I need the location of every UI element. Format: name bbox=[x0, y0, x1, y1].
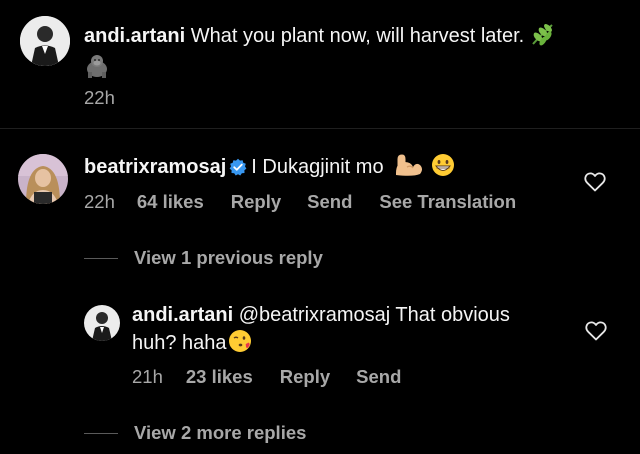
caption-text: andi.artani What you plant now, will har… bbox=[84, 22, 624, 86]
thread-line bbox=[84, 257, 118, 259]
comment-like-heart-icon[interactable] bbox=[584, 172, 606, 197]
reply-username[interactable]: andi.artani bbox=[132, 304, 233, 326]
grinning-face-emoji-icon bbox=[431, 153, 455, 185]
caption-avatar[interactable] bbox=[20, 16, 70, 66]
reply-avatar[interactable] bbox=[84, 305, 120, 341]
view-more-replies-label: View 2 more replies bbox=[134, 422, 307, 443]
comment-meta: 22h 64 likes Reply Send See Translation bbox=[84, 191, 516, 213]
caption-meta: 22h bbox=[84, 87, 115, 109]
thread-line bbox=[84, 432, 118, 434]
reply-reply-button[interactable]: Reply bbox=[280, 366, 330, 388]
reply-meta: 21h 23 likes Reply Send bbox=[132, 366, 401, 388]
view-previous-replies-label: View 1 previous reply bbox=[134, 247, 323, 268]
reply-like-heart-icon[interactable] bbox=[585, 321, 607, 346]
comment-username[interactable]: beatrixramosaj bbox=[84, 156, 226, 178]
reply-likes-count[interactable]: 23 likes bbox=[186, 366, 253, 388]
gorilla-emoji-icon bbox=[84, 54, 110, 86]
reply-mention[interactable]: @beatrixramosaj bbox=[239, 304, 390, 326]
see-translation-button[interactable]: See Translation bbox=[379, 191, 516, 213]
caption-timestamp: 22h bbox=[84, 87, 115, 108]
comment-reply-button[interactable]: Reply bbox=[231, 191, 281, 213]
comment-body: I Dukagjinit mo bbox=[251, 156, 384, 178]
comment-text: beatrixramosaj I Dukagjinit mo bbox=[84, 153, 584, 185]
flexed-biceps-emoji-icon bbox=[393, 153, 425, 185]
comment-avatar[interactable] bbox=[18, 154, 68, 204]
reply-body-line1: That obvious bbox=[395, 304, 510, 326]
view-previous-replies-button[interactable]: View 1 previous reply bbox=[84, 247, 323, 269]
comment-timestamp: 22h bbox=[84, 191, 115, 212]
comment-likes-count[interactable]: 64 likes bbox=[137, 191, 204, 213]
verified-badge-icon bbox=[229, 157, 247, 184]
herb-emoji-icon bbox=[530, 22, 556, 54]
caption-username[interactable]: andi.artani bbox=[84, 25, 185, 47]
reply-timestamp: 21h bbox=[132, 366, 163, 387]
face-blowing-kiss-emoji-icon bbox=[228, 329, 252, 361]
caption-divider bbox=[0, 128, 640, 129]
reply-body-line2: huh? haha bbox=[132, 332, 227, 354]
view-more-replies-button[interactable]: View 2 more replies bbox=[84, 422, 306, 444]
reply-text: andi.artani @beatrixramosaj That obvious… bbox=[132, 302, 572, 361]
comment-send-button[interactable]: Send bbox=[307, 191, 352, 213]
reply-send-button[interactable]: Send bbox=[356, 366, 401, 388]
caption-body: What you plant now, will harvest later. bbox=[190, 25, 525, 47]
